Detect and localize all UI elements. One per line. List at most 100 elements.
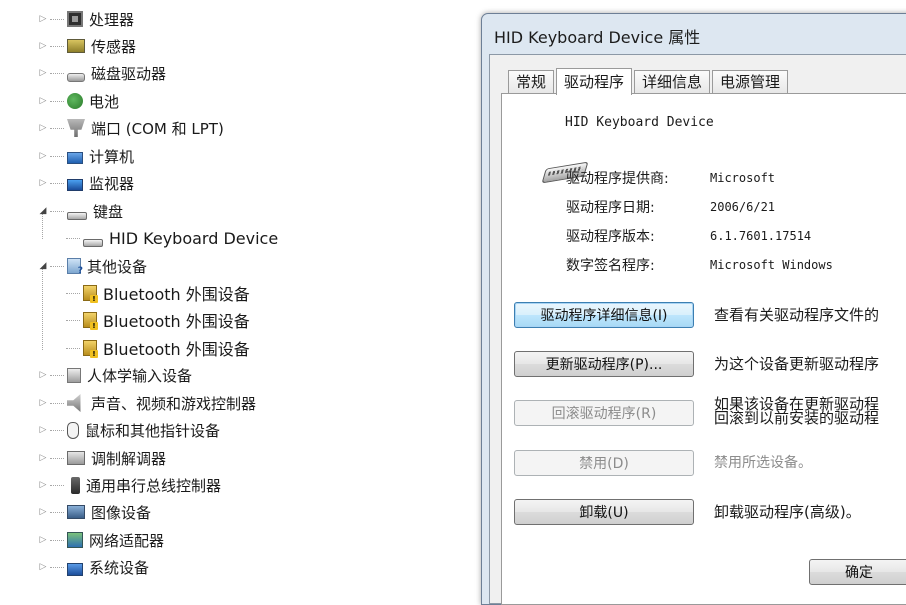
tree-item-network[interactable]: ▷ 网络适配器 — [38, 528, 164, 552]
keyboard-icon — [67, 212, 87, 220]
tree-item-bluetooth-1[interactable]: Bluetooth 外围设备 — [66, 281, 250, 305]
tree-item-usb[interactable]: ▷ 通用串行总线控制器 — [38, 473, 221, 497]
collapse-arrow-icon[interactable]: ◢ — [38, 206, 48, 216]
tree-item-label: 网络适配器 — [89, 531, 165, 550]
tree-item-label: 通用串行总线控制器 — [86, 476, 222, 495]
tree-connector — [42, 268, 43, 350]
dialog-client: 常规 驱动程序 详细信息 电源管理 HID Keyboard Device 驱动… — [489, 54, 906, 605]
driver-details-desc: 查看有关驱动程序文件的 — [714, 306, 880, 324]
keyboard-icon — [83, 239, 103, 247]
hid-icon — [67, 367, 81, 383]
update-driver-desc: 为这个设备更新驱动程序 — [714, 355, 880, 373]
tree-item-system[interactable]: ▷ 系统设备 — [38, 555, 149, 579]
tree-item-label: 电池 — [89, 92, 120, 111]
tab-details[interactable]: 详细信息 — [634, 70, 711, 94]
tree-item-label: 传感器 — [91, 37, 137, 56]
expand-arrow-icon[interactable]: ▷ — [38, 535, 48, 545]
date-label: 驱动程序日期: — [566, 200, 655, 216]
computer-icon — [67, 152, 83, 164]
bluetooth-warning-icon — [83, 312, 98, 330]
tree-item-monitors[interactable]: ▷ 监视器 — [38, 171, 134, 195]
tree-item-other-devices[interactable]: ◢ 其他设备 — [38, 254, 147, 278]
tree-item-label: 调制解调器 — [91, 449, 167, 468]
expand-arrow-icon[interactable]: ▷ — [38, 14, 48, 24]
driver-tab-page: HID Keyboard Device 驱动程序提供商: Microsoft 驱… — [501, 93, 906, 605]
sound-icon — [67, 394, 81, 412]
disable-button[interactable]: 禁用(D) — [514, 450, 694, 476]
bluetooth-warning-icon — [83, 340, 98, 358]
expand-arrow-icon[interactable]: ▷ — [38, 123, 48, 133]
expand-arrow-icon[interactable]: ▷ — [38, 425, 48, 435]
device-name: HID Keyboard Device — [565, 115, 714, 130]
sensor-icon — [67, 39, 85, 53]
tree-item-label: 声音、视频和游戏控制器 — [91, 394, 257, 413]
tree-item-bluetooth-2[interactable]: Bluetooth 外围设备 — [66, 308, 250, 332]
tree-item-label: Bluetooth 外围设备 — [103, 285, 250, 304]
expand-arrow-icon[interactable]: ▷ — [38, 507, 48, 517]
other-devices-icon — [67, 258, 83, 276]
uninstall-desc: 卸载驱动程序(高级)。 — [714, 503, 861, 521]
tree-item-sensor[interactable]: ▷ 传感器 — [38, 34, 136, 58]
tree-item-modem[interactable]: ▷ 调制解调器 — [38, 446, 166, 470]
tree-item-label: 端口 (COM 和 LPT) — [91, 119, 224, 138]
expand-arrow-icon[interactable]: ▷ — [38, 453, 48, 463]
rollback-driver-button[interactable]: 回滚驱动程序(R) — [514, 400, 694, 426]
expand-arrow-icon[interactable]: ▷ — [38, 562, 48, 572]
tree-item-computer[interactable]: ▷ 计算机 — [38, 144, 134, 168]
rollback-driver-desc: 如果该设备在更新驱动程 回滚到以前安装的驱动程 — [714, 395, 880, 427]
expand-arrow-icon[interactable]: ▷ — [38, 96, 48, 106]
update-driver-button[interactable]: 更新驱动程序(P)... — [514, 351, 694, 377]
tree-item-hid[interactable]: ▷ 人体学输入设备 — [38, 363, 192, 387]
version-value: 6.1.7601.17514 — [710, 229, 812, 243]
tree-item-label: 磁盘驱动器 — [91, 64, 167, 83]
tree-item-disk-drives[interactable]: ▷ 磁盘驱动器 — [38, 61, 166, 85]
collapse-arrow-icon[interactable]: ◢ — [38, 261, 48, 271]
tree-item-label: HID Keyboard Device — [109, 228, 279, 248]
expand-arrow-icon[interactable]: ▷ — [38, 398, 48, 408]
bluetooth-warning-icon — [83, 285, 98, 303]
tree-item-label: 系统设备 — [89, 558, 150, 577]
tree-item-label: 图像设备 — [91, 503, 152, 522]
port-icon — [67, 119, 85, 137]
driver-details-button[interactable]: 驱动程序详细信息(I) — [514, 302, 694, 328]
tree-item-sound[interactable]: ▷ 声音、视频和游戏控制器 — [38, 391, 256, 415]
tree-item-mouse[interactable]: ▷ 鼠标和其他指针设备 — [38, 418, 220, 442]
expand-arrow-icon[interactable]: ▷ — [38, 370, 48, 380]
expand-arrow-icon[interactable]: ▷ — [38, 178, 48, 188]
monitor-icon — [67, 179, 83, 191]
tree-item-imaging[interactable]: ▷ 图像设备 — [38, 500, 151, 524]
tree-item-label: Bluetooth 外围设备 — [103, 312, 250, 331]
tree-item-label: 其他设备 — [87, 257, 148, 276]
tree-item-label: 计算机 — [89, 147, 135, 166]
tree-item-label: Bluetooth 外围设备 — [103, 340, 250, 359]
tree-item-label: 监视器 — [89, 174, 135, 193]
tree-item-label: 人体学输入设备 — [87, 366, 193, 385]
expand-arrow-icon[interactable]: ▷ — [38, 151, 48, 161]
tab-strip: 常规 驱动程序 详细信息 电源管理 — [508, 67, 790, 95]
uninstall-button[interactable]: 卸载(U) — [514, 499, 694, 525]
ok-button[interactable]: 确定 — [809, 559, 906, 585]
tab-driver[interactable]: 驱动程序 — [556, 68, 633, 95]
date-value: 2006/6/21 — [710, 200, 776, 214]
disk-drive-icon — [67, 72, 85, 82]
expand-arrow-icon[interactable]: ▷ — [38, 68, 48, 78]
device-tree: ▷ 处理器 ▷ 传感器 ▷ 磁盘驱动器 ▷ 电池 ▷ 端口 (COM 和 LPT… — [0, 0, 480, 585]
tree-item-label: 鼠标和其他指针设备 — [85, 421, 221, 440]
tree-item-label: 处理器 — [89, 10, 135, 29]
expand-arrow-icon[interactable]: ▷ — [38, 480, 48, 490]
tree-item-hid-keyboard[interactable]: HID Keyboard Device — [66, 226, 278, 250]
provider-label: 驱动程序提供商: — [566, 171, 669, 187]
tree-item-ports[interactable]: ▷ 端口 (COM 和 LPT) — [38, 116, 224, 140]
tree-item-keyboards[interactable]: ◢ 键盘 — [38, 199, 123, 223]
tab-general[interactable]: 常规 — [508, 70, 555, 94]
battery-icon — [67, 93, 83, 109]
network-icon — [67, 532, 83, 548]
tree-item-processor[interactable]: ▷ 处理器 — [38, 7, 134, 31]
expand-arrow-icon[interactable]: ▷ — [38, 41, 48, 51]
tree-item-bluetooth-3[interactable]: Bluetooth 外围设备 — [66, 336, 250, 360]
processor-icon — [67, 11, 83, 27]
tab-power-management[interactable]: 电源管理 — [712, 70, 789, 94]
system-icon — [67, 562, 83, 576]
tree-item-battery[interactable]: ▷ 电池 — [38, 89, 119, 113]
properties-dialog: HID Keyboard Device 属性 常规 驱动程序 详细信息 电源管理… — [481, 13, 906, 605]
